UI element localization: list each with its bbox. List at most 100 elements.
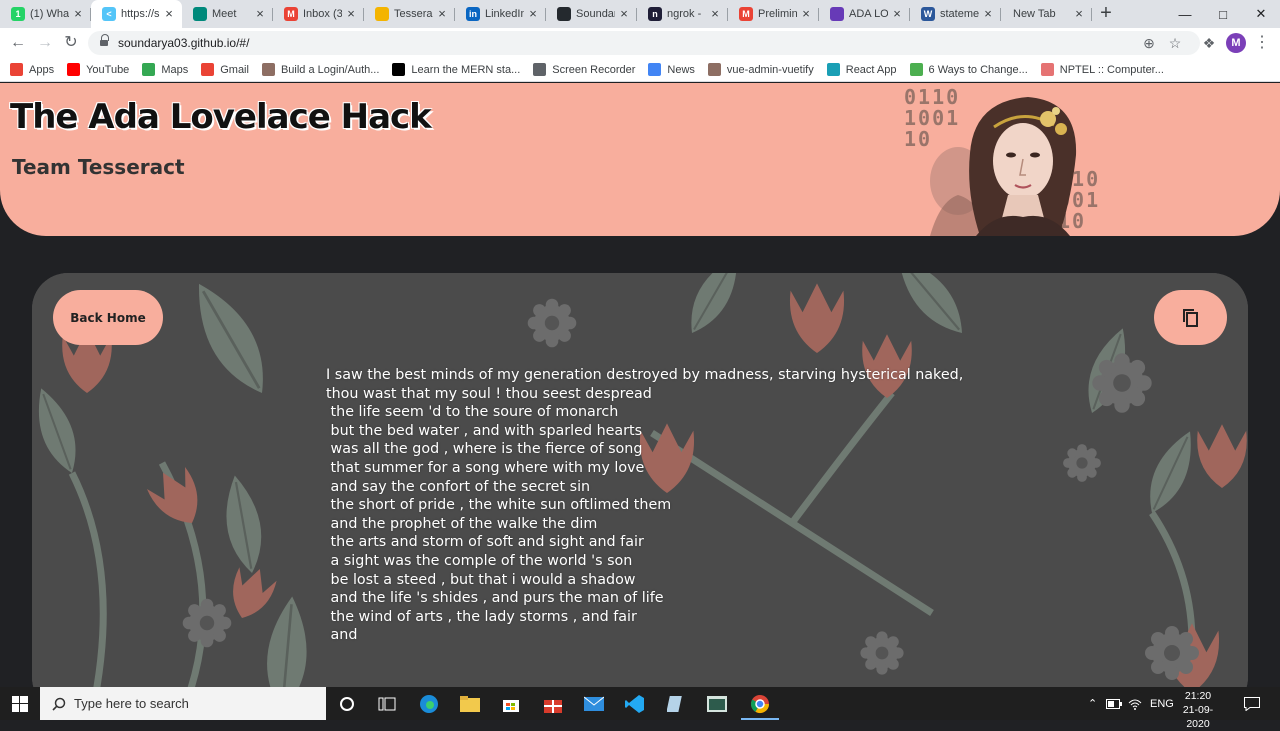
- add-page-icon[interactable]: ⊕: [1140, 34, 1158, 52]
- bookmark-item[interactable]: News: [648, 63, 695, 76]
- browser-tab[interactable]: Meet ×: [182, 0, 273, 28]
- bookmark-label: Build a Login/Auth...: [280, 63, 380, 76]
- tab-favicon-icon: 1: [11, 7, 25, 21]
- tab-favicon-icon: W: [921, 7, 935, 21]
- tab-favicon-icon: [830, 7, 844, 21]
- bookmark-label: React App: [845, 63, 897, 76]
- youtube-icon: [67, 63, 81, 76]
- forward-arrow-icon[interactable]: →: [33, 31, 57, 55]
- tab-close-icon[interactable]: ×: [617, 7, 631, 21]
- poem-line: the life seem 'd to the soure of monarch: [326, 404, 619, 421]
- reload-icon[interactable]: ↻: [59, 31, 83, 55]
- tab-close-icon[interactable]: ×: [71, 7, 85, 21]
- tab-label: LinkedIn: [485, 8, 524, 20]
- tab-close-icon[interactable]: ×: [799, 7, 813, 21]
- tab-label: Preliminary: [758, 8, 797, 20]
- tab-close-icon[interactable]: ×: [526, 7, 540, 21]
- tab-close-icon[interactable]: ×: [344, 7, 358, 21]
- bookmark-label: YouTube: [86, 63, 130, 76]
- header-banner: The Ada Lovelace Hack Team Tesseract 011…: [0, 83, 1280, 236]
- profile-avatar[interactable]: M: [1226, 33, 1246, 53]
- back-home-button[interactable]: Back Home: [53, 290, 163, 345]
- address-bar[interactable]: soundarya03.github.io/#/ ⊕ ☆: [88, 31, 1200, 55]
- bookmark-item[interactable]: YouTube: [67, 63, 129, 76]
- tab-favicon-icon: M: [284, 7, 298, 21]
- tab-close-icon[interactable]: ×: [890, 7, 904, 21]
- url-text[interactable]: soundarya03.github.io/#/: [118, 36, 249, 50]
- notifications-icon[interactable]: [1244, 687, 1260, 720]
- bookmark-label: NPTEL :: Computer...: [1059, 63, 1164, 76]
- tab-label: statement: [940, 8, 979, 20]
- poem-line: the wind of arts , the lady storms , and…: [326, 608, 637, 625]
- news-icon: [648, 63, 662, 76]
- browser-tab[interactable]: New Tab ×: [1001, 0, 1092, 28]
- browser-tab[interactable]: n ngrok - ×: [637, 0, 728, 28]
- new-tab-plus-icon[interactable]: +: [1092, 0, 1120, 28]
- gift-app-icon[interactable]: [540, 691, 566, 716]
- browser-tab[interactable]: ADA LOVELACE×: [819, 0, 910, 28]
- mail-icon[interactable]: [581, 691, 607, 716]
- browser-tab[interactable]: Wstatement×: [910, 0, 1001, 28]
- clock-time: 21:20: [1184, 690, 1212, 702]
- browser-tab[interactable]: M Inbox (3)×: [273, 0, 364, 28]
- task-view-icon[interactable]: [374, 691, 400, 716]
- search-placeholder: Type here to search: [74, 696, 189, 711]
- bookmark-item[interactable]: Build a Login/Auth...: [261, 63, 380, 76]
- show-hidden-icons[interactable]: ⌃: [1088, 687, 1097, 720]
- wifi-icon[interactable]: [1128, 687, 1142, 720]
- browser-tab[interactable]: Tesseract×: [364, 0, 455, 28]
- battery-icon[interactable]: [1106, 687, 1122, 720]
- react-icon: [826, 63, 840, 76]
- copy-button[interactable]: [1154, 290, 1227, 345]
- tab-label: Soundarya: [576, 8, 615, 20]
- tab-close-icon[interactable]: ×: [981, 7, 995, 21]
- back-arrow-icon[interactable]: ←: [6, 31, 30, 55]
- ada-lovelace-portrait-image: 0110 1001 10 110 001 10: [900, 83, 1110, 236]
- clock-date: 21-09-2020: [1182, 704, 1214, 730]
- taskbar-search-box[interactable]: Type here to search: [40, 687, 326, 720]
- tab-favicon-icon: in: [466, 7, 480, 21]
- tab-favicon-icon: n: [648, 7, 662, 21]
- browser-tab[interactable]: Soundarya×: [546, 0, 637, 28]
- browser-tab[interactable]: < https://soundarya03.github.io/#/×: [91, 0, 182, 28]
- bookmark-star-icon[interactable]: ☆: [1166, 34, 1184, 52]
- tab-label: Tesseract: [394, 8, 433, 20]
- poem-line: and: [326, 627, 358, 644]
- notepad-icon[interactable]: [663, 691, 689, 716]
- tab-close-icon[interactable]: ×: [1072, 7, 1086, 21]
- terminal-icon[interactable]: [704, 691, 730, 716]
- chrome-taskbar-icon[interactable]: [741, 691, 779, 720]
- bookmark-item[interactable]: Apps: [10, 63, 54, 76]
- bookmark-item[interactable]: Screen Recorder: [533, 63, 635, 76]
- bookmark-item[interactable]: NPTEL :: Computer...: [1040, 63, 1164, 76]
- browser-tab[interactable]: M Preliminary×: [728, 0, 819, 28]
- window-close-icon[interactable]: ✕: [1238, 0, 1280, 28]
- chrome-menu-icon[interactable]: ⋮: [1254, 33, 1270, 53]
- file-explorer-icon[interactable]: [457, 691, 483, 716]
- bookmark-item[interactable]: 6 Ways to Change...: [909, 63, 1028, 76]
- browser-toolbar: ← → ↻ soundarya03.github.io/#/ ⊕ ☆ ❖ M ⋮: [0, 28, 1280, 58]
- browser-tab[interactable]: in LinkedIn ×: [455, 0, 546, 28]
- system-clock[interactable]: 21:20 21-09-2020: [1172, 689, 1224, 731]
- edge-icon[interactable]: [416, 691, 442, 716]
- cortana-icon[interactable]: [334, 691, 360, 716]
- tab-close-icon[interactable]: ×: [708, 7, 722, 21]
- windows-start-icon[interactable]: [0, 687, 40, 720]
- bookmark-item[interactable]: Maps: [142, 63, 188, 76]
- poem-line: be lost a steed , but that i would a sha…: [326, 571, 636, 588]
- browser-tab[interactable]: 1 (1) WhatsApp×: [0, 0, 91, 28]
- tab-close-icon[interactable]: ×: [435, 7, 449, 21]
- tab-close-icon[interactable]: ×: [162, 7, 176, 21]
- bookmark-item[interactable]: Learn the MERN sta...: [392, 63, 520, 76]
- tab-close-icon[interactable]: ×: [253, 7, 267, 21]
- windows-taskbar: Type here to search ⌃ ENG 21:20 21-09-20…: [0, 687, 1280, 730]
- web-page: The Ada Lovelace Hack Team Tesseract 011…: [0, 83, 1280, 687]
- store-icon[interactable]: [498, 691, 524, 716]
- vscode-icon[interactable]: [622, 691, 648, 716]
- extensions-puzzle-icon[interactable]: ❖: [1200, 34, 1218, 52]
- copy-icon: [1182, 308, 1198, 327]
- bookmark-item[interactable]: Gmail: [201, 63, 249, 76]
- bookmark-item[interactable]: React App: [826, 63, 897, 76]
- language-indicator[interactable]: ENG: [1150, 687, 1174, 720]
- bookmark-item[interactable]: vue-admin-vuetify: [707, 63, 814, 76]
